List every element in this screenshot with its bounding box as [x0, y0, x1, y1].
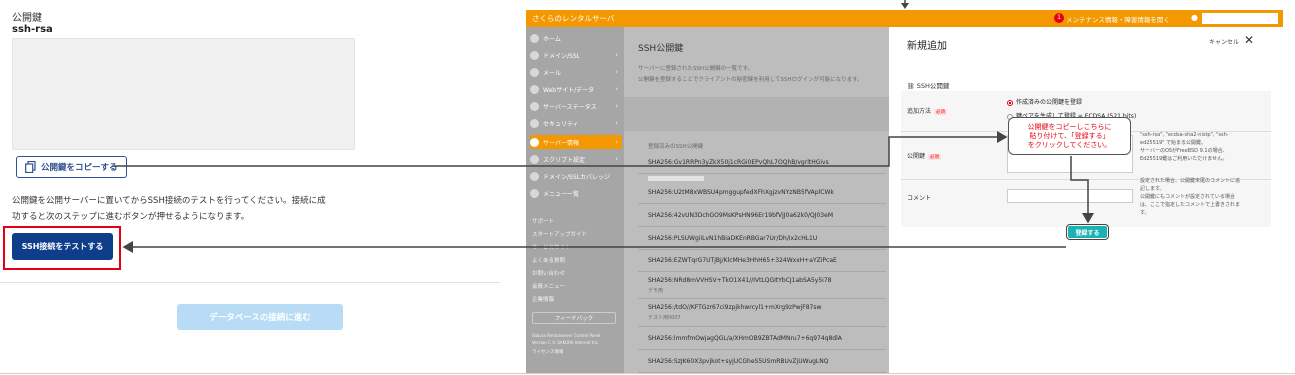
- bottom-border: [0, 373, 1295, 374]
- down-arrow-top: [901, 0, 909, 9]
- copy-paste-arrow: [114, 131, 1008, 167]
- annotation-arrows: [114, 0, 1094, 253]
- callout-to-register-arrow: [1070, 156, 1094, 224]
